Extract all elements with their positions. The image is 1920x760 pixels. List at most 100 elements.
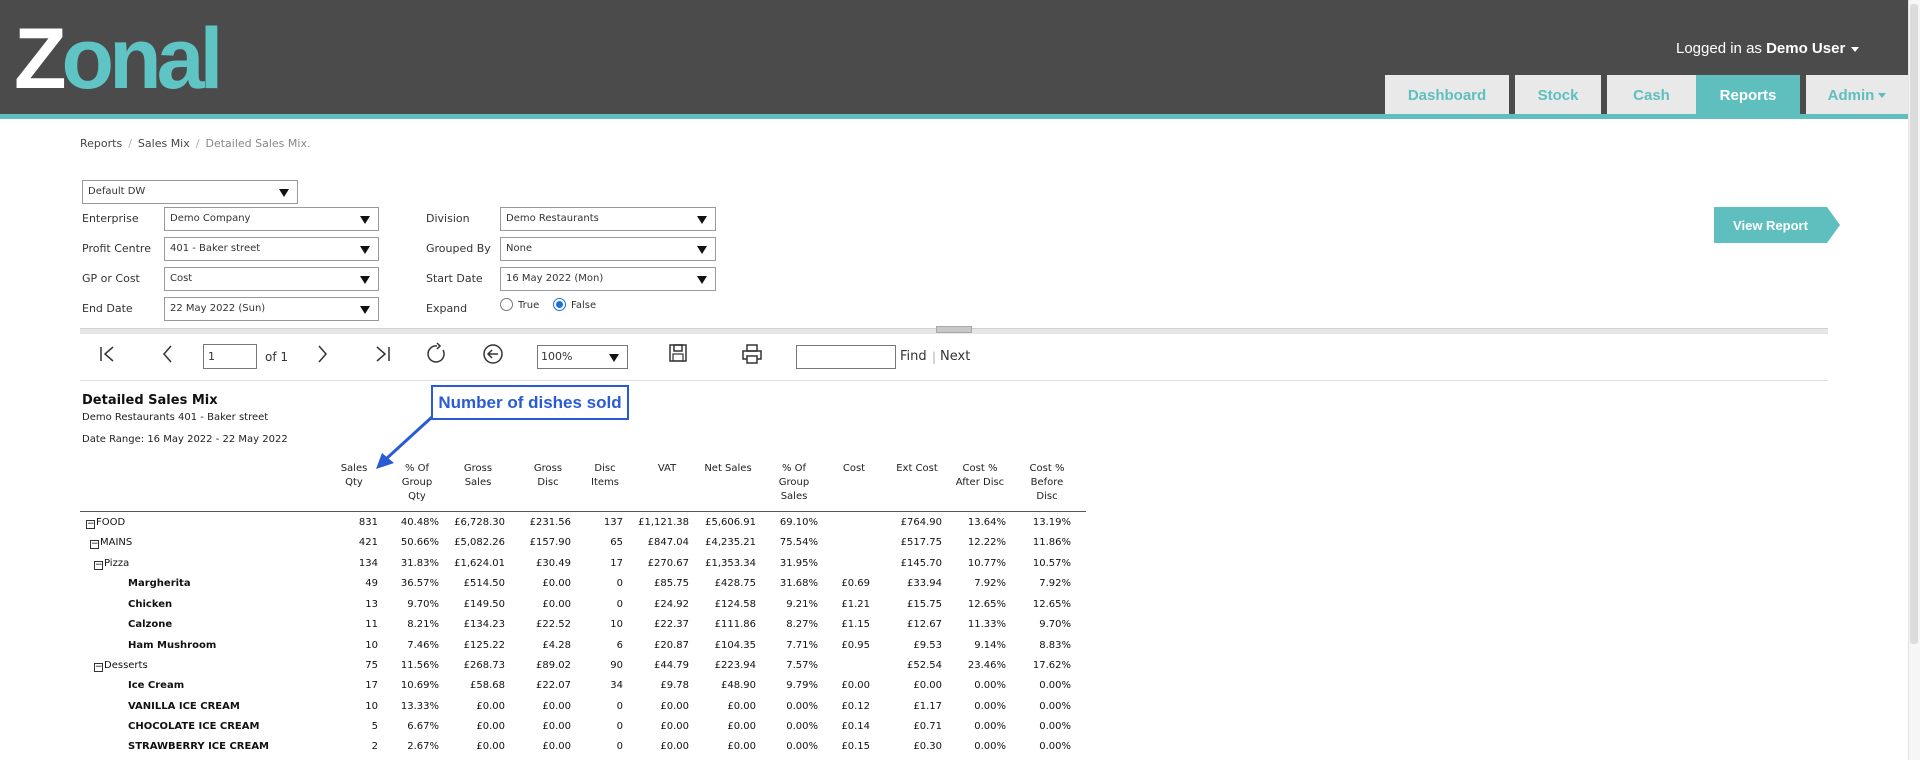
cell-cost-pct-after-disc: 13.64% (967, 517, 1006, 528)
cell-cost-pct-before-disc: 0.00% (1039, 721, 1071, 732)
find-input[interactable] (796, 345, 896, 369)
row-label: VANILLA ICE CREAM (128, 701, 240, 712)
tab-reports[interactable]: Reports (1696, 75, 1800, 115)
start-date-label: Start Date (426, 272, 483, 285)
cell-net-sales: £4,235.21 (705, 537, 756, 548)
cell-disc-items: 0 (616, 578, 623, 589)
dropdown-arrow-icon (360, 216, 370, 224)
view-report-button[interactable]: View Report (1714, 207, 1840, 243)
column-header-gross-sales: Gross Sales (447, 462, 509, 490)
cell-gross-disc: £0.00 (542, 721, 571, 732)
cell-cost: £0.00 (841, 680, 870, 691)
tab-stock[interactable]: Stock (1515, 75, 1601, 115)
scrollbar-thumb[interactable] (1910, 4, 1918, 644)
row-label-text: Desserts (104, 660, 148, 671)
print-icon[interactable] (740, 342, 764, 366)
start-date-select[interactable]: 16 May 2022 (Mon) (500, 267, 716, 291)
user-menu[interactable]: Logged in as Demo User (1676, 40, 1860, 57)
row-label[interactable]: −Desserts (94, 660, 148, 672)
breadcrumb-reports[interactable]: Reports (80, 137, 122, 150)
cell-gross-sales: £149.50 (463, 599, 505, 610)
splitter-grip[interactable] (936, 326, 972, 333)
cell-net-sales: £5,606.91 (705, 517, 756, 528)
cell-pct-group-qty: 31.83% (400, 558, 439, 569)
column-header-text: Sales (780, 491, 808, 502)
expand-false-radio[interactable] (553, 298, 566, 311)
last-page-icon[interactable] (370, 342, 394, 366)
page-number-input[interactable]: 1 (203, 344, 257, 369)
cell-disc-items: 0 (616, 701, 623, 712)
dropdown-arrow-icon (279, 189, 289, 197)
tab-admin[interactable]: Admin (1806, 75, 1908, 115)
cell-cost-pct-before-disc: 8.83% (1039, 640, 1071, 651)
column-header-text: Gross (463, 463, 493, 474)
row-label[interactable]: −FOOD (86, 517, 125, 529)
cell-gross-sales: £6,728.30 (454, 517, 505, 528)
collapse-icon[interactable]: − (94, 663, 103, 672)
gp-or-cost-select[interactable]: Cost (164, 267, 379, 291)
cell-pct-group-qty: 40.48% (400, 517, 439, 528)
collapse-icon[interactable]: − (86, 520, 95, 529)
cell-gross-sales: £134.23 (463, 619, 505, 630)
datasource-select[interactable]: Default DW (82, 180, 298, 204)
expand-true-radio[interactable] (500, 298, 513, 311)
enterprise-label: Enterprise (82, 212, 139, 225)
cell-cost: £0.69 (841, 578, 870, 589)
breadcrumb-sales-mix[interactable]: Sales Mix (138, 137, 190, 150)
cell-net-sales: £428.75 (714, 578, 756, 589)
zonal-logo[interactable]: Zonal (14, 16, 223, 102)
cell-pct-group-qty: 11.56% (400, 660, 439, 671)
tab-cash[interactable]: Cash (1607, 75, 1696, 115)
zoom-select[interactable]: 100% (537, 345, 628, 369)
app-header: Zonal Logged in as Demo User Dashboard S… (0, 0, 1908, 116)
cell-pct-group-qty: 50.66% (400, 537, 439, 548)
user-name: Demo User (1766, 40, 1846, 57)
expand-label: Expand (426, 302, 468, 315)
column-header-text: Ext Cost (896, 463, 938, 474)
back-icon[interactable] (481, 342, 505, 366)
refresh-icon[interactable] (425, 342, 449, 366)
cell-pct-group-sales: 31.95% (779, 558, 818, 569)
chevron-down-icon (1878, 92, 1887, 98)
save-icon[interactable] (666, 341, 690, 365)
collapse-icon[interactable]: − (94, 561, 103, 570)
grouped-by-select[interactable]: None (500, 237, 716, 261)
cell-sales-qty: 13 (365, 599, 378, 610)
dropdown-arrow-icon (609, 354, 619, 362)
find-separator: | (932, 350, 937, 364)
chevron-down-icon (1851, 46, 1860, 52)
column-header-text: Cost (842, 463, 866, 474)
cell-gross-disc: £0.00 (542, 701, 571, 712)
header-accent-line (0, 114, 1908, 119)
first-page-icon[interactable] (96, 342, 120, 366)
profit-centre-label: Profit Centre (82, 242, 151, 255)
division-select[interactable]: Demo Restaurants (500, 207, 716, 231)
column-header-cost-pct-before-disc: Cost % Before Disc (1019, 462, 1075, 504)
table-row: Margherita 49 36.57% £514.50 £0.00 0 £85.75 £42… (80, 574, 1086, 594)
end-date-select[interactable]: 22 May 2022 (Sun) (164, 297, 379, 321)
collapse-icon[interactable]: − (90, 540, 99, 549)
previous-page-icon[interactable] (156, 342, 180, 366)
column-header-text: Cost % (1029, 463, 1065, 474)
cell-vat: £0.00 (660, 721, 689, 732)
row-label[interactable]: −Pizza (94, 558, 129, 570)
cell-pct-group-sales: 0.00% (786, 741, 818, 752)
table-row: Ham Mushroom 10 7.46% £125.22 £4.28 6 £20.87 £1… (80, 636, 1086, 656)
find-link[interactable]: Find (900, 349, 927, 364)
next-link[interactable]: Next (940, 349, 970, 364)
dropdown-arrow-icon (360, 246, 370, 254)
cell-pct-group-qty: 6.67% (407, 721, 439, 732)
profit-centre-select[interactable]: 401 - Baker street (164, 237, 379, 261)
row-label[interactable]: −MAINS (90, 537, 132, 549)
enterprise-select[interactable]: Demo Company (164, 207, 379, 231)
cell-pct-group-sales: 31.68% (779, 578, 818, 589)
page-count-label: of 1 (265, 350, 289, 364)
tab-dashboard[interactable]: Dashboard (1385, 75, 1509, 115)
grouped-by-label: Grouped By (426, 242, 491, 255)
cell-cost-pct-before-disc: 9.70% (1039, 619, 1071, 630)
cell-gross-disc: £157.90 (529, 537, 571, 548)
column-header-gross-disc: Gross Disc (521, 462, 575, 490)
end-date-label: End Date (82, 302, 133, 315)
row-label: Chicken (128, 599, 172, 610)
next-page-icon[interactable] (310, 342, 334, 366)
